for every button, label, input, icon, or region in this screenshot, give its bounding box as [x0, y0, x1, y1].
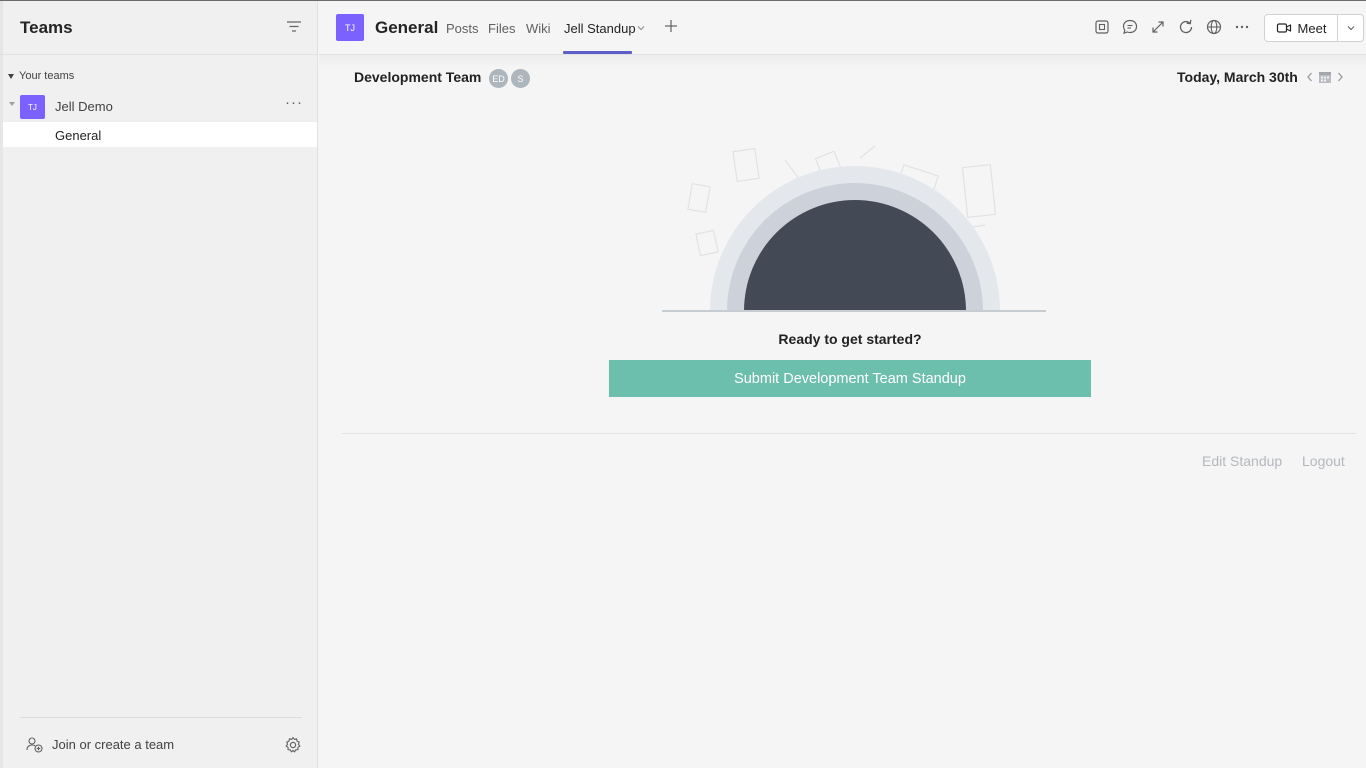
tab-jell-standup[interactable]: Jell Standup	[564, 21, 636, 36]
team-avatar: TJ	[20, 95, 45, 119]
expand-caret-icon	[9, 102, 15, 106]
sidebar-header: Teams	[0, 1, 318, 55]
team-name: Jell Demo	[55, 99, 113, 114]
standup-team-name: Development Team	[354, 69, 482, 85]
add-team-icon	[26, 737, 43, 753]
member-avatar[interactable]: ED	[489, 69, 508, 88]
add-tab-icon[interactable]	[663, 18, 679, 34]
video-camera-icon	[1276, 23, 1291, 33]
caret-down-icon	[8, 73, 14, 79]
tab-wiki[interactable]: Wiki	[526, 21, 551, 36]
channel-header: TJ General Posts Files Wiki Jell Standup	[319, 1, 1366, 55]
sidebar-footer-divider	[20, 717, 302, 718]
chevron-left-icon[interactable]	[1305, 71, 1315, 83]
chat-icon[interactable]	[1121, 18, 1139, 36]
active-tab-indicator	[563, 51, 632, 54]
channel-item-general[interactable]: General	[3, 122, 317, 147]
your-teams-section-toggle[interactable]: Your teams	[8, 70, 74, 82]
member-avatar[interactable]: S	[511, 69, 530, 88]
calendar-icon[interactable]	[1318, 70, 1332, 84]
expand-icon[interactable]	[1149, 18, 1167, 36]
channel-avatar: TJ	[336, 14, 364, 41]
more-options-icon[interactable]	[1233, 18, 1251, 36]
team-item-jell-demo[interactable]: TJ Jell Demo ···	[3, 92, 317, 121]
globe-icon[interactable]	[1205, 18, 1223, 36]
meet-button[interactable]: Meet	[1265, 15, 1337, 41]
popout-icon[interactable]	[1093, 18, 1111, 36]
standup-illustration	[662, 145, 1046, 312]
team-more-options-icon[interactable]: ···	[285, 94, 303, 111]
logout-link[interactable]: Logout	[1302, 453, 1345, 469]
content-divider	[342, 433, 1356, 434]
meet-label: Meet	[1297, 20, 1327, 36]
your-teams-label: Your teams	[19, 70, 75, 82]
teams-sidebar: Teams Your teams TJ Jell Demo ··· Genera…	[0, 1, 318, 768]
ready-prompt: Ready to get started?	[778, 331, 922, 347]
join-team-label: Join or create a team	[52, 737, 175, 752]
chevron-right-icon[interactable]	[1335, 71, 1345, 83]
edit-standup-link[interactable]: Edit Standup	[1202, 453, 1282, 469]
filter-icon[interactable]	[284, 19, 304, 35]
gear-icon[interactable]	[284, 736, 302, 754]
channel-title: General	[375, 18, 439, 37]
join-or-create-team-button[interactable]: Join or create a team	[26, 736, 174, 753]
standup-date: Today, March 30th	[1177, 69, 1298, 85]
channel-name: General	[55, 128, 102, 143]
chevron-down-icon	[1347, 26, 1355, 31]
tab-posts[interactable]: Posts	[446, 21, 479, 36]
meet-split-button: Meet	[1264, 14, 1364, 42]
sidebar-title: Teams	[20, 18, 73, 37]
content-top-shade	[319, 55, 1366, 69]
refresh-icon[interactable]	[1177, 18, 1195, 36]
meet-dropdown-button[interactable]	[1338, 15, 1364, 41]
submit-standup-button[interactable]: Submit Development Team Standup	[609, 360, 1091, 397]
tab-files[interactable]: Files	[488, 21, 515, 36]
tab-chevron-down-icon[interactable]	[637, 24, 645, 32]
